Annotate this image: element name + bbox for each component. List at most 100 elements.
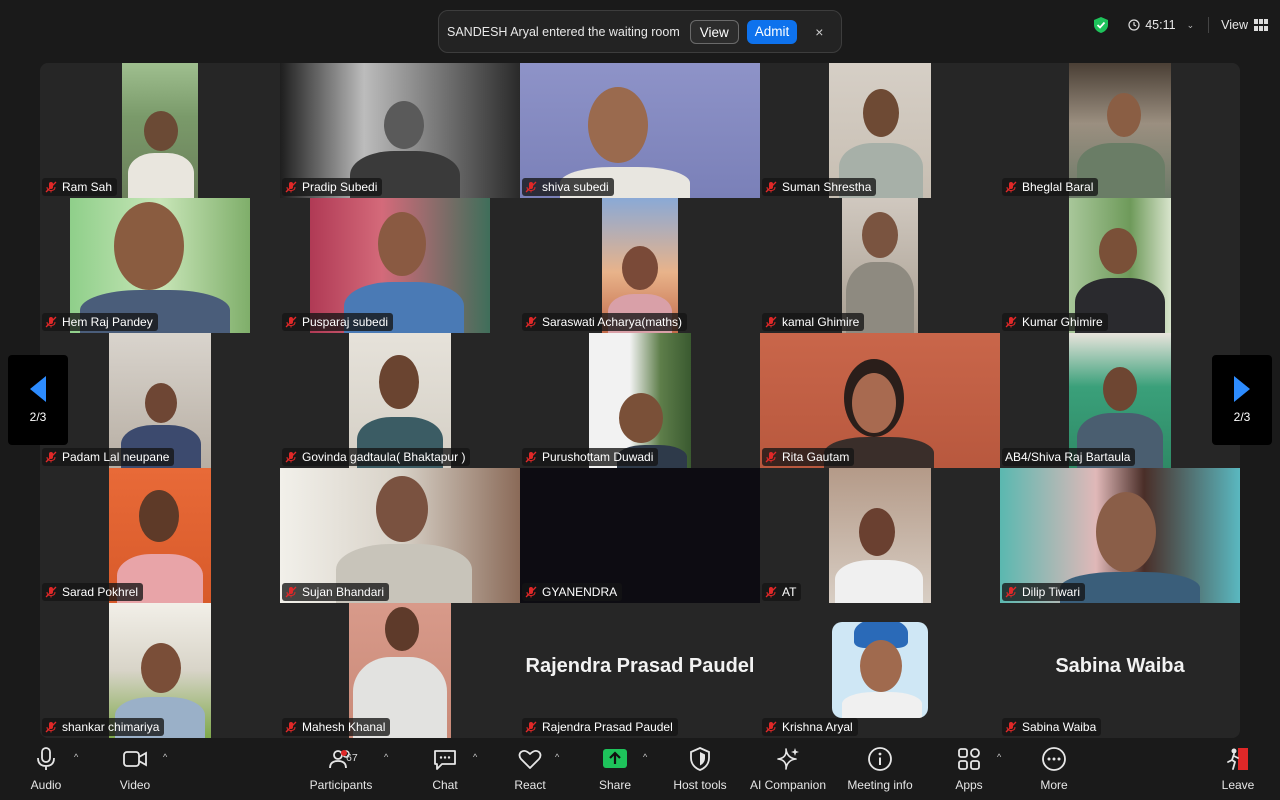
participant-tile[interactable]: Pradip Subedi (280, 63, 520, 198)
participant-tile[interactable]: shiva subedi (520, 63, 760, 198)
participant-name: Hem Raj Pandey (62, 315, 153, 329)
participant-name-label: Sabina Waiba (1002, 718, 1102, 736)
participant-name-label: Sarad Pokhrel (42, 583, 144, 601)
mic-muted-icon (45, 316, 57, 328)
participant-tile[interactable]: AB4/Shiva Raj Bartaula (1000, 333, 1240, 468)
participant-tile[interactable]: Ram Sah (40, 63, 280, 198)
next-page-button[interactable]: 2/3 (1212, 355, 1272, 445)
apps-options-caret[interactable]: ^ (997, 752, 1001, 762)
participant-tile[interactable]: Sarad Pokhrel (40, 468, 280, 603)
close-icon[interactable]: × (809, 24, 829, 40)
mic-muted-icon (1005, 181, 1017, 193)
participants-count: 67 (346, 752, 358, 764)
mic-muted-icon (45, 586, 57, 598)
waiting-room-notification: SANDESH Aryal entered the waiting room V… (438, 10, 842, 53)
participant-name-label: Dilip Tiwari (1002, 583, 1086, 601)
participant-name: shankar chimariya (62, 720, 160, 734)
participant-name-label: AB4/Shiva Raj Bartaula (1002, 448, 1136, 466)
participant-tile[interactable]: Mahesh Khanal (280, 603, 520, 738)
host-tools-button[interactable]: Host tools (660, 746, 740, 796)
participant-tile[interactable]: Pusparaj subedi (280, 198, 520, 333)
participant-name-label: Purushottam Duwadi (522, 448, 659, 466)
participant-tile[interactable]: Suman Shrestha (760, 63, 1000, 198)
participant-tile[interactable]: AT (760, 468, 1000, 603)
divider (1208, 17, 1210, 33)
chat-options-caret[interactable]: ^ (473, 752, 477, 762)
view-menu-button[interactable]: View (1221, 18, 1268, 32)
mic-muted-icon (285, 181, 297, 193)
participant-name: Bheglal Baral (1022, 180, 1094, 194)
video-options-caret[interactable]: ^ (163, 752, 167, 762)
participant-name-label: kamal Ghimire (762, 313, 865, 331)
participant-name: Purushottam Duwadi (542, 450, 654, 464)
waiting-room-message: SANDESH Aryal entered the waiting room (447, 24, 680, 39)
mic-muted-icon (525, 721, 537, 733)
participants-button[interactable]: 67 Participants (301, 746, 381, 796)
info-icon (868, 747, 892, 771)
page-indicator: 2/3 (29, 410, 47, 424)
view-waiting-room-button[interactable]: View (689, 19, 739, 44)
participant-name-label: Kumar Ghimire (1002, 313, 1108, 331)
participant-tile[interactable]: Govinda gadtaula( Bhaktapur ) (280, 333, 520, 468)
participant-name-label: GYANENDRA (522, 583, 623, 601)
participant-name-label: Pradip Subedi (282, 178, 383, 196)
more-dots-icon (1042, 747, 1066, 771)
audio-options-caret[interactable]: ^ (74, 752, 78, 762)
mic-muted-icon (765, 451, 777, 463)
participant-tile[interactable]: Dilip Tiwari (1000, 468, 1240, 603)
security-shield-icon[interactable] (1092, 16, 1110, 34)
participant-name: Rita Gautam (782, 450, 850, 464)
heart-icon (518, 749, 542, 769)
participant-name: Krishna Aryal (782, 720, 853, 734)
video-gallery: Ram Sah Pradip Subedi shiva subedi Suman… (40, 63, 1240, 738)
participant-name: Pusparaj subedi (302, 315, 389, 329)
microphone-icon (37, 747, 55, 770)
participant-tile[interactable]: Padam Lal neupane (40, 333, 280, 468)
ai-companion-button[interactable]: AI Companion (740, 746, 836, 796)
react-options-caret[interactable]: ^ (555, 752, 559, 762)
participants-options-caret[interactable]: ^ (384, 752, 388, 762)
video-camera-icon (123, 751, 147, 767)
participant-tile[interactable]: Saraswati Acharya(maths) (520, 198, 760, 333)
participant-name: Suman Shrestha (782, 180, 872, 194)
arrow-left-icon (30, 376, 46, 402)
participant-tile[interactable]: Krishna Aryal (760, 603, 1000, 738)
participants-label: Participants (309, 778, 373, 792)
video-feed (829, 468, 931, 603)
meeting-timer[interactable]: 45:11 ⌄ (1128, 18, 1194, 32)
share-options-caret[interactable]: ^ (643, 752, 647, 762)
more-button[interactable]: More (1014, 746, 1094, 796)
participant-name: kamal Ghimire (782, 315, 860, 329)
participant-tile[interactable]: Hem Raj Pandey (40, 198, 280, 333)
participant-tile[interactable]: Purushottam Duwadi (520, 333, 760, 468)
participant-tile[interactable]: GYANENDRA (520, 468, 760, 603)
host-tools-label: Host tools (673, 778, 727, 792)
admit-button[interactable]: Admit (746, 19, 798, 44)
mic-muted-icon (525, 586, 537, 598)
mic-muted-icon (1005, 721, 1017, 733)
previous-page-button[interactable]: 2/3 (8, 355, 68, 445)
video-label: Video (119, 778, 151, 792)
participant-name-label: AT (762, 583, 802, 601)
participant-tile[interactable]: Bheglal Baral (1000, 63, 1240, 198)
participant-tile[interactable]: Sabina Waiba Sabina Waiba (1000, 603, 1240, 738)
participant-name-label: Bheglal Baral (1002, 178, 1099, 196)
participant-name: Kumar Ghimire (1022, 315, 1103, 329)
participant-name: Govinda gadtaula( Bhaktapur ) (302, 450, 466, 464)
mic-muted-icon (1005, 316, 1017, 328)
participant-tile[interactable]: shankar chimariya (40, 603, 280, 738)
more-label: More (1040, 778, 1068, 792)
mic-muted-icon (525, 316, 537, 328)
mic-muted-icon (285, 721, 297, 733)
participant-name-label: Sujan Bhandari (282, 583, 390, 601)
participant-tile[interactable]: Sujan Bhandari (280, 468, 520, 603)
participant-name: shiva subedi (542, 180, 609, 194)
participant-tile[interactable]: Rita Gautam (760, 333, 1000, 468)
clock-icon (1128, 19, 1140, 31)
participant-tile[interactable]: Rajendra Prasad Paudel Rajendra Prasad P… (520, 603, 760, 738)
participant-tile[interactable]: Kumar Ghimire (1000, 198, 1240, 333)
leave-button[interactable]: Leave (1198, 746, 1278, 796)
video-feed (122, 63, 198, 198)
participant-tile[interactable]: kamal Ghimire (760, 198, 1000, 333)
meeting-info-button[interactable]: Meeting info (840, 746, 920, 796)
